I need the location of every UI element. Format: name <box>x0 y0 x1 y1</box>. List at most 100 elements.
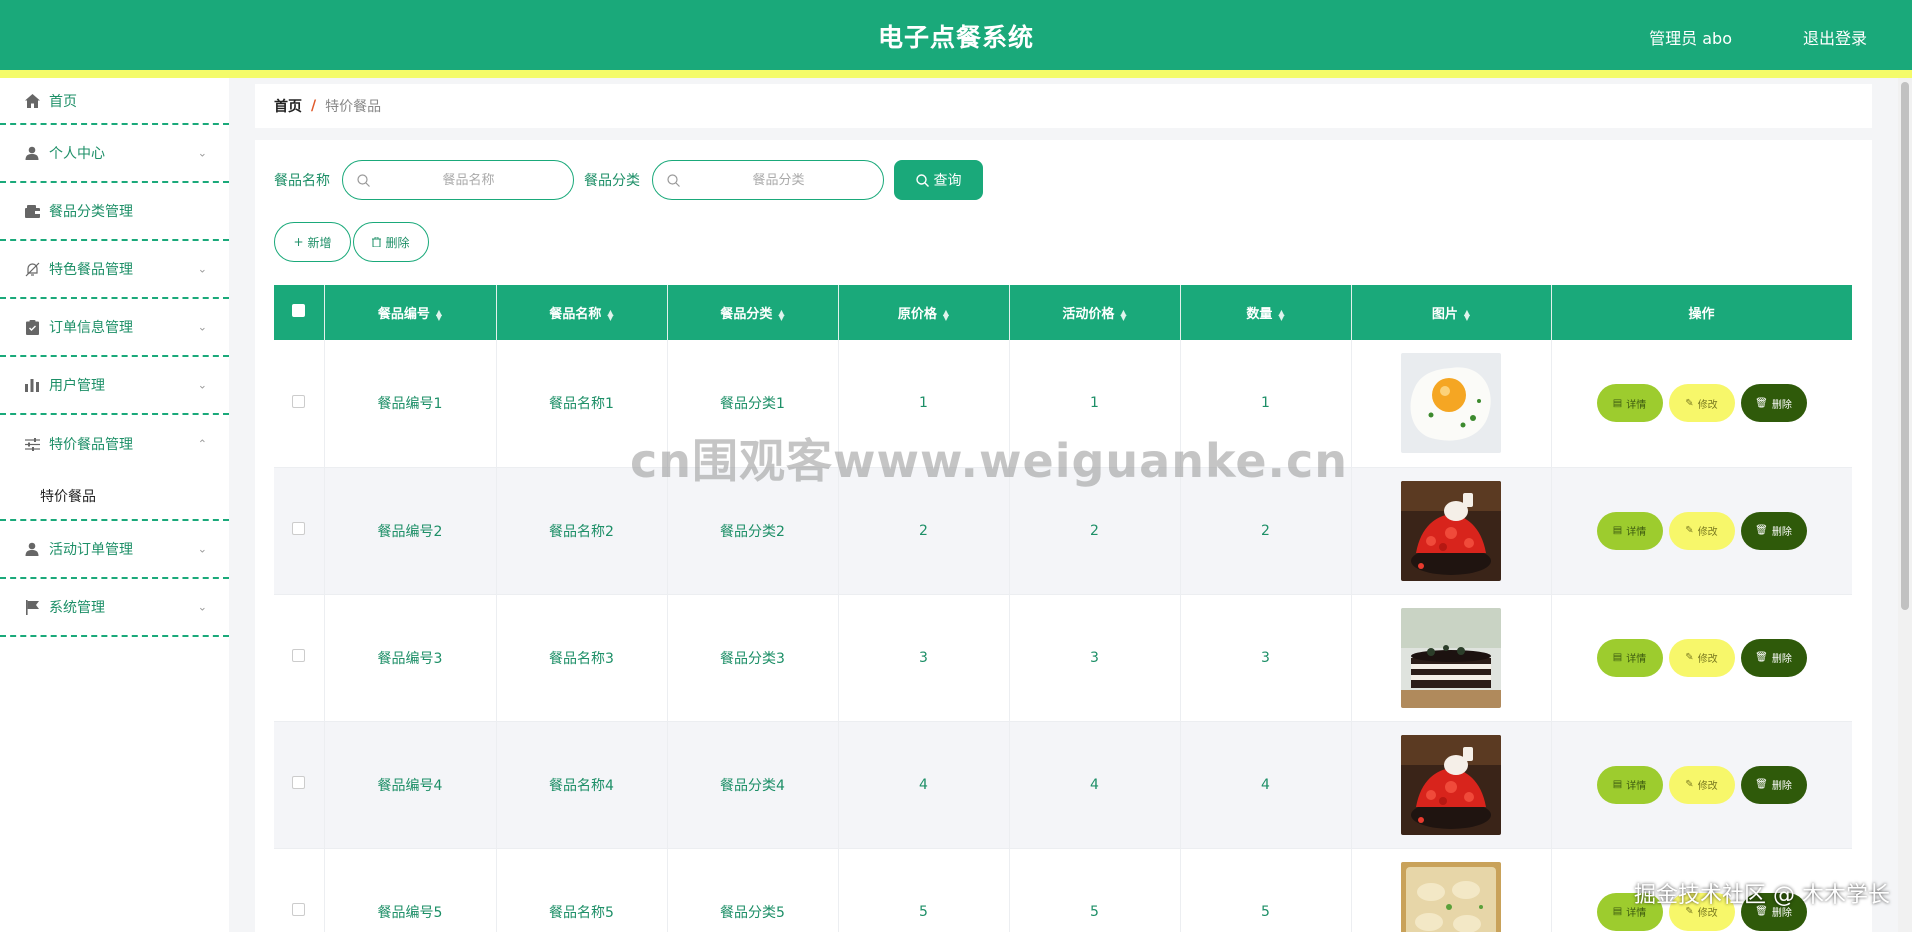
scrollbar-thumb[interactable] <box>1901 82 1909 610</box>
row-checkbox[interactable] <box>292 522 306 535</box>
cell-image <box>1351 594 1552 722</box>
pencil-icon: ✎ <box>1685 397 1694 409</box>
food-image-dumplings[interactable] <box>1401 861 1501 932</box>
query-button[interactable]: 查询 <box>894 160 983 200</box>
dish-category-input[interactable] <box>688 172 869 188</box>
add-button[interactable]: + 新增 <box>274 222 351 262</box>
sidebar-item-personal-center[interactable]: 个人中心 ⌄ <box>0 125 229 183</box>
trash-icon: 🗑 <box>1755 652 1768 663</box>
sidebar-group-special-price: 特价餐品管理 ⌃ 特价餐品 <box>0 415 229 521</box>
sidebar-subitem-special-price-dishes[interactable]: 特价餐品 <box>0 473 229 519</box>
delete-button[interactable]: 🗑 删除 <box>1740 384 1807 423</box>
edit-button[interactable]: ✎ 修改 <box>1668 384 1735 423</box>
food-image-strawberry-ice[interactable] <box>1401 480 1501 581</box>
pencil-icon: ✎ <box>1685 779 1694 790</box>
sidebar-item-label: 餐品分类管理 <box>49 204 133 220</box>
chevron-down-icon: ⌄ <box>197 378 207 392</box>
cell-image <box>1351 721 1552 849</box>
row-checkbox[interactable] <box>292 903 306 916</box>
sidebar-item-featured-management[interactable]: 特色餐品管理 ⌄ <box>0 241 229 299</box>
delete-button[interactable]: 🗑 删除 <box>1740 765 1807 804</box>
cell-image <box>1351 848 1552 932</box>
dish-name-input[interactable] <box>378 172 559 188</box>
cell-actions: ▤ 详情 ✎ 修改 🗑 删除 <box>1551 340 1852 468</box>
sidebar-item-activity-orders[interactable]: 活动订单管理 ⌄ <box>0 521 229 579</box>
bell-off-icon <box>24 261 40 277</box>
cell-code: 餐品编号5 <box>324 848 497 932</box>
pencil-icon: ✎ <box>1685 525 1694 536</box>
column-header-sale-price[interactable]: 活动价格 ▲ ▼ <box>1009 285 1181 340</box>
cell-sale-price: 5 <box>1009 848 1181 932</box>
sidebar-item-label: 个人中心 <box>49 146 105 162</box>
sidebar-item-label: 活动订单管理 <box>49 542 133 558</box>
sort-icon[interactable]: ▲ ▼ <box>943 308 949 321</box>
detail-button[interactable]: ▤ 详情 <box>1596 511 1663 550</box>
home-icon <box>24 93 40 109</box>
sort-icon[interactable]: ▲ ▼ <box>607 308 613 321</box>
breadcrumb-home[interactable]: 首页 <box>274 96 302 116</box>
detail-button[interactable]: ▤ 详情 <box>1596 384 1663 423</box>
food-image-layer-cake[interactable] <box>1401 607 1501 708</box>
sort-icon[interactable]: ▲ ▼ <box>1278 308 1284 321</box>
column-header-code[interactable]: 餐品编号 ▲ ▼ <box>324 285 497 340</box>
delete-button-label: 删除 <box>385 235 410 250</box>
edit-button[interactable]: ✎ 修改 <box>1668 765 1735 804</box>
sidebar: 首页 个人中心 ⌄ 餐品分类管理 特色餐品管理 ⌄ 订单信息管理 ⌄ 用户管理 … <box>0 78 229 932</box>
sort-icon[interactable]: ▲ ▼ <box>1120 308 1126 321</box>
dish-category-search-box[interactable] <box>652 160 884 200</box>
cell-image <box>1351 340 1552 468</box>
detail-button[interactable]: ▤ 详情 <box>1596 638 1663 677</box>
row-checkbox[interactable] <box>292 394 306 408</box>
edit-button[interactable]: ✎ 修改 <box>1668 511 1735 550</box>
sidebar-item-label: 用户管理 <box>49 378 105 394</box>
delete-button[interactable]: 🗑 删除 <box>1740 511 1807 550</box>
table-row: 餐品编号4 餐品名称4 餐品分类4 4 4 4 ▤ 详情 ✎ 修改 🗑 删除 <box>274 721 1852 849</box>
row-checkbox[interactable] <box>292 649 306 662</box>
query-button-label: 查询 <box>933 173 962 189</box>
top-header: 电子点餐系统 管理员 abo 退出登录 <box>0 0 1912 78</box>
row-checkbox[interactable] <box>292 776 306 789</box>
column-header-image[interactable]: 图片 ▲ ▼ <box>1351 285 1552 340</box>
food-image-fried-egg[interactable] <box>1401 353 1501 454</box>
sidebar-item-special-price-management[interactable]: 特价餐品管理 ⌃ <box>0 415 229 473</box>
logout-link[interactable]: 退出登录 <box>1803 25 1867 49</box>
column-header-category[interactable]: 餐品分类 ▲ ▼ <box>667 285 839 340</box>
dish-category-label: 餐品分类 <box>584 173 640 189</box>
corner-watermark: 掘金技术社区 @ 木木学长 <box>1634 883 1890 908</box>
sidebar-item-system-management[interactable]: 系统管理 ⌄ <box>0 579 229 637</box>
column-header-name[interactable]: 餐品名称 ▲ ▼ <box>496 285 668 340</box>
document-icon: ▤ <box>1612 397 1623 409</box>
cell-image <box>1351 467 1552 595</box>
page-scrollbar[interactable] <box>1898 78 1912 932</box>
current-user: 管理员 abo <box>1649 29 1732 48</box>
delete-button[interactable]: 🗑 删除 <box>1740 638 1807 677</box>
sort-icon[interactable]: ▲ ▼ <box>778 308 784 321</box>
cell-quantity: 4 <box>1180 721 1352 849</box>
dish-name-search-box[interactable] <box>342 160 574 200</box>
sidebar-item-user-management[interactable]: 用户管理 ⌄ <box>0 357 229 415</box>
sort-icon[interactable]: ▲ ▼ <box>1464 308 1470 321</box>
detail-button[interactable]: ▤ 详情 <box>1596 765 1663 804</box>
plus-icon: + <box>293 235 304 249</box>
sidebar-item-home[interactable]: 首页 <box>0 78 229 125</box>
food-image-strawberry-ice[interactable] <box>1401 734 1501 835</box>
cell-original-price: 5 <box>838 848 1010 932</box>
cell-category: 餐品分类5 <box>667 848 839 932</box>
sidebar-item-category-management[interactable]: 餐品分类管理 <box>0 183 229 241</box>
select-all-checkbox[interactable] <box>292 304 306 317</box>
flag-icon <box>24 599 40 615</box>
sort-icon[interactable]: ▲ ▼ <box>436 308 442 321</box>
sidebar-item-order-management[interactable]: 订单信息管理 ⌄ <box>0 299 229 357</box>
cell-original-price: 4 <box>838 721 1010 849</box>
column-header-quantity[interactable]: 数量 ▲ ▼ <box>1180 285 1352 340</box>
toolbar: + 新增 删除 <box>274 222 431 262</box>
cell-sale-price: 3 <box>1009 594 1181 722</box>
cell-sale-price: 4 <box>1009 721 1181 849</box>
column-header-original-price[interactable]: 原价格 ▲ ▼ <box>838 285 1010 340</box>
edit-button[interactable]: ✎ 修改 <box>1668 638 1735 677</box>
cell-code: 餐品编号1 <box>324 340 497 468</box>
cell-quantity: 5 <box>1180 848 1352 932</box>
trash-icon <box>372 237 382 247</box>
document-icon: ▤ <box>1612 525 1623 536</box>
batch-delete-button[interactable]: 删除 <box>353 222 429 262</box>
